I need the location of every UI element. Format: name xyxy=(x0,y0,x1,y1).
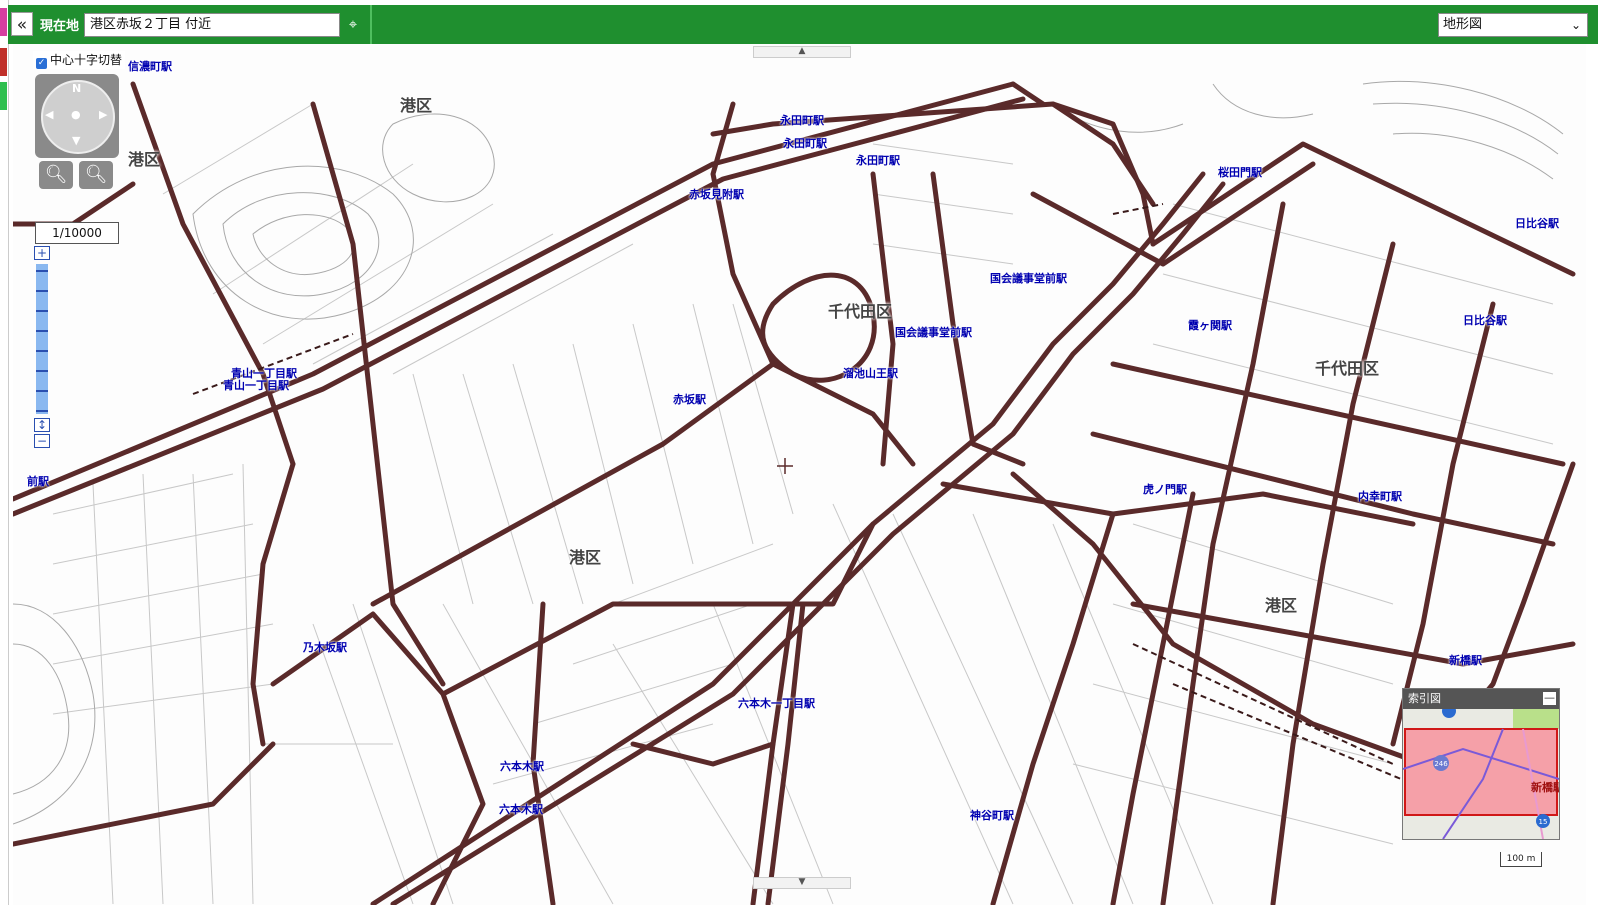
chevron-down-icon: ⌄ xyxy=(1570,18,1581,32)
minor-streets xyxy=(52,103,1554,905)
index-map-place-label: 新橋駅 xyxy=(1531,780,1559,794)
ward-label: 港区 xyxy=(569,548,602,567)
station-label[interactable]: 青山一丁目駅 xyxy=(223,377,289,393)
route-15-label: 15 xyxy=(1539,818,1548,826)
map-type-select[interactable]: 地形図 ⌄ xyxy=(1438,13,1588,37)
map-canvas[interactable]: 港区 港区 千代田区 千代田区 港区 港区 信濃町駅 永田町駅 永田町駅 永田町… xyxy=(13,44,1586,905)
checkbox-checked-icon[interactable]: ✓ xyxy=(36,58,47,69)
station-label[interactable]: 六本木駅 xyxy=(499,801,543,817)
station-label[interactable]: 神谷町駅 xyxy=(970,807,1014,823)
station-label[interactable]: 乃木坂駅 xyxy=(303,639,347,655)
station-label[interactable]: 溜池山王駅 xyxy=(843,365,898,381)
crosshair-toggle-label: 中心十字切替 xyxy=(50,53,123,67)
station-label[interactable]: 赤坂駅 xyxy=(673,391,706,407)
pan-center-icon[interactable]: ● xyxy=(71,108,81,121)
ward-label: 港区 xyxy=(1265,596,1298,615)
route-246-label: 246 xyxy=(1434,760,1448,768)
zoom-slider-handle[interactable]: ↕ xyxy=(34,418,50,432)
map-type-value: 地形図 xyxy=(1443,17,1483,32)
top-toolbar: « 現在地 港区赤坂２丁目 付近 ⌖ 地形図 ⌄ xyxy=(8,5,1598,44)
ward-label: 千代田区 xyxy=(1315,359,1380,378)
zoom-tick xyxy=(36,410,48,412)
compass-north-label: N xyxy=(72,82,82,95)
zoom-in-button[interactable]: 🔍︎ xyxy=(39,161,73,189)
toolbar-divider xyxy=(370,5,372,44)
collapse-panel-button[interactable]: « xyxy=(11,12,33,36)
zoom-slider-plus-button[interactable]: + xyxy=(34,246,50,260)
station-label[interactable]: 六本木駅 xyxy=(500,758,544,774)
side-marker-green[interactable] xyxy=(0,82,7,110)
left-side-strip xyxy=(0,0,9,905)
pan-control[interactable]: N ● ◀ ▶ ▼ xyxy=(35,74,119,158)
side-marker-red[interactable] xyxy=(0,48,7,76)
ward-label: 港区 xyxy=(128,150,161,169)
station-label[interactable]: 国会議事堂前駅 xyxy=(990,270,1067,286)
station-label[interactable]: 虎ノ門駅 xyxy=(1143,481,1187,497)
station-label[interactable]: 桜田門駅 xyxy=(1218,164,1262,180)
location-label: 現在地 xyxy=(40,19,80,34)
side-marker-pink[interactable] xyxy=(0,8,7,36)
station-label[interactable]: 永田町駅 xyxy=(783,135,827,151)
zoom-slider-track[interactable] xyxy=(36,264,48,414)
location-field[interactable]: 港区赤坂２丁目 付近 xyxy=(84,13,340,37)
center-crosshair xyxy=(777,458,793,474)
pan-right-icon[interactable]: ▶ xyxy=(99,108,107,121)
scale-display[interactable]: 1/10000 xyxy=(35,222,119,244)
pan-left-icon[interactable]: ◀ xyxy=(45,108,53,121)
ward-label: 千代田区 xyxy=(828,302,893,321)
zoom-out-button[interactable]: 🔍︎ xyxy=(79,161,113,189)
double-chevron-left-icon: « xyxy=(16,15,28,35)
zoom-slider-minus-button[interactable]: − xyxy=(34,434,50,448)
station-label[interactable]: 永田町駅 xyxy=(780,112,824,128)
station-label[interactable]: 永田町駅 xyxy=(856,152,900,168)
magnifier-minus-icon: 🔍︎ xyxy=(84,164,108,185)
major-roads xyxy=(13,81,1576,905)
contour-lines xyxy=(13,81,1564,825)
station-label[interactable]: 赤坂見附駅 xyxy=(689,186,744,202)
index-map-header: 索引図 — xyxy=(1403,689,1559,709)
crosshair-toggle[interactable]: ✓ 中心十字切替 xyxy=(33,51,126,69)
map-scroll-down-button[interactable]: ▼ xyxy=(753,877,851,889)
center-crosshair-button[interactable]: ⌖ xyxy=(344,15,362,33)
station-label[interactable]: 信濃町駅 xyxy=(128,58,172,74)
zoom-tick xyxy=(36,270,48,272)
station-label[interactable]: 新橋駅 xyxy=(1449,652,1482,668)
map-scroll-up-button[interactable]: ▲ xyxy=(753,46,851,58)
ward-label: 港区 xyxy=(400,96,433,115)
zoom-slider[interactable]: + ↕ − xyxy=(34,246,50,448)
zoom-tick xyxy=(36,350,48,352)
station-label[interactable]: 六本木一丁目駅 xyxy=(738,695,815,711)
station-label[interactable]: 内幸町駅 xyxy=(1358,488,1402,504)
zoom-tick xyxy=(36,390,48,392)
station-label[interactable]: 日比谷駅 xyxy=(1463,312,1507,328)
zoom-tick xyxy=(36,330,48,332)
index-map-graphic: 246 15 新橋駅 xyxy=(1403,709,1559,839)
crosshair-icon: ⌖ xyxy=(348,15,358,33)
magnifier-plus-icon: 🔍︎ xyxy=(44,164,68,185)
station-label[interactable]: 日比谷駅 xyxy=(1515,215,1559,231)
zoom-tick xyxy=(36,310,48,312)
station-label[interactable]: 前駅 xyxy=(27,473,49,489)
index-map-title: 索引図 xyxy=(1408,692,1441,705)
zoom-tick xyxy=(36,370,48,372)
index-map-body[interactable]: 246 15 新橋駅 xyxy=(1403,709,1559,839)
station-label[interactable]: 国会議事堂前駅 xyxy=(895,324,972,340)
zoom-tick xyxy=(36,290,48,292)
index-map-panel[interactable]: 索引図 — 246 15 新橋駅 xyxy=(1402,688,1560,840)
pan-down-icon[interactable]: ▼ xyxy=(72,134,80,147)
minimize-button[interactable]: — xyxy=(1543,692,1556,705)
map-roads xyxy=(13,81,1576,905)
station-label[interactable]: 霞ヶ関駅 xyxy=(1188,317,1232,333)
scale-bar: 100 m xyxy=(1500,852,1542,867)
